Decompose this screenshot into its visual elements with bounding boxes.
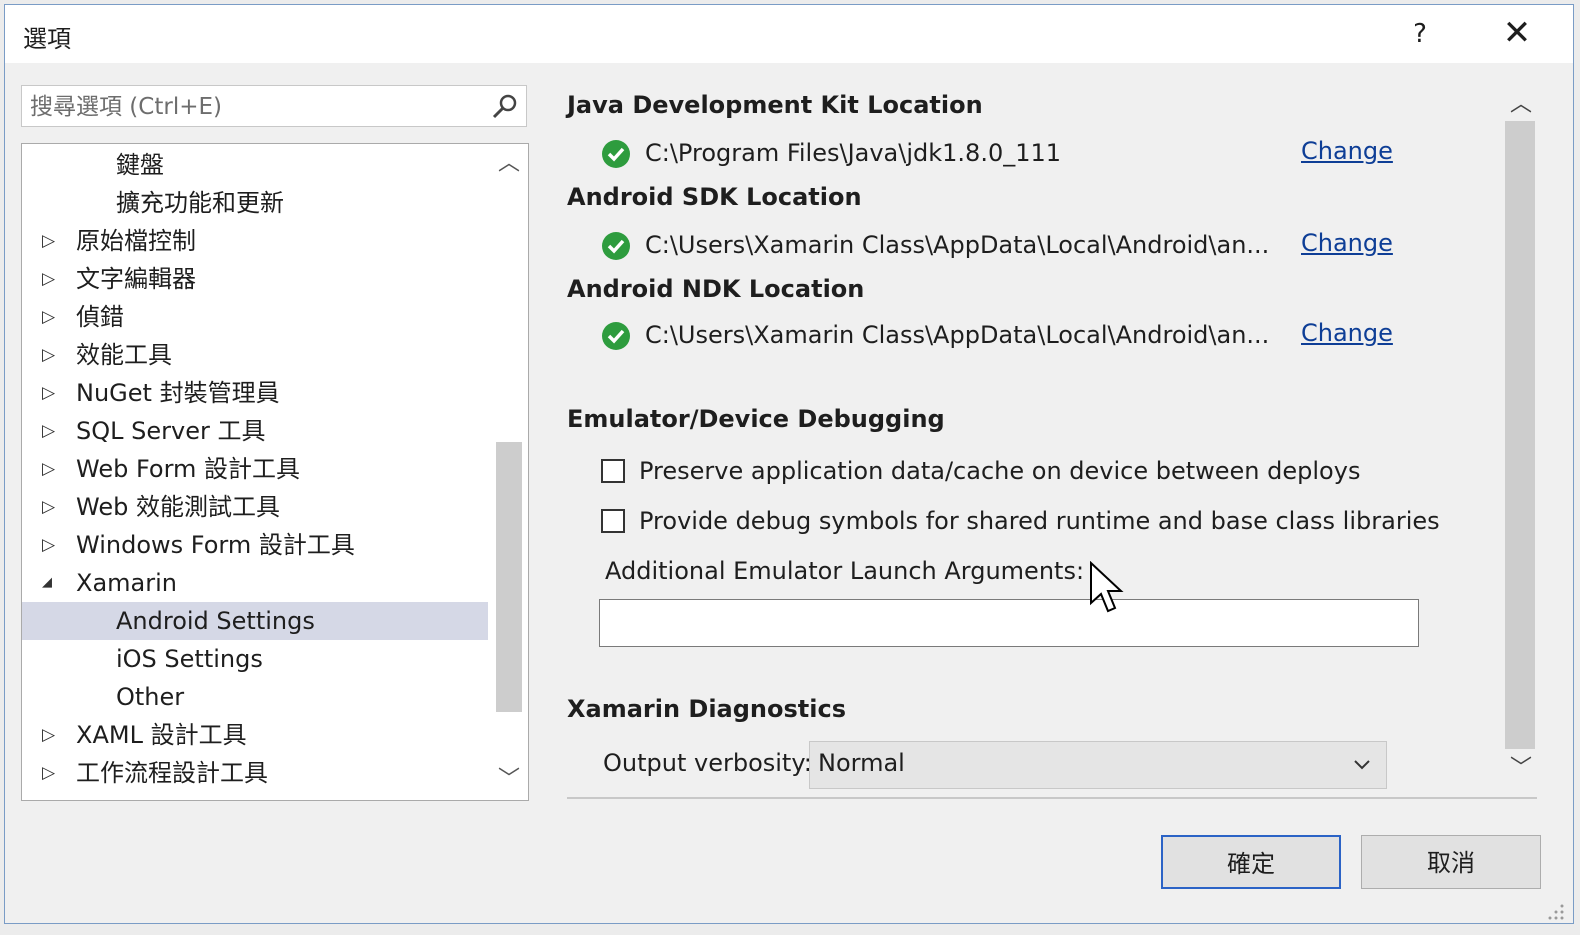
tree-item[interactable]: 鍵盤	[22, 146, 488, 184]
search-box	[21, 85, 527, 127]
tree-item[interactable]: ▷ Windows Form 設計工具	[22, 526, 488, 564]
tree-item-label: 文字編輯器	[76, 265, 196, 293]
tree-item[interactable]: ▷ Web Form 設計工具	[22, 450, 488, 488]
verbosity-value: Normal	[818, 749, 905, 777]
check-icon	[602, 140, 630, 168]
scroll-down-icon[interactable]: ﹀	[490, 760, 528, 800]
expand-arrow-icon[interactable]: ▷	[42, 336, 62, 374]
check-icon	[602, 232, 630, 260]
expand-arrow-icon[interactable]: ▷	[42, 754, 62, 792]
scroll-thumb[interactable]	[1505, 121, 1535, 749]
expand-arrow-icon[interactable]: ▷	[42, 450, 62, 488]
mouse-cursor-icon	[1090, 561, 1124, 613]
tree-item[interactable]: ▷ 效能工具	[22, 336, 488, 374]
tree-item[interactable]: ▷ 文字編輯器	[22, 260, 488, 298]
help-button[interactable]: ?	[1400, 13, 1440, 55]
tree-item-label: Other	[116, 683, 185, 711]
tree-item-label: 效能工具	[76, 341, 172, 369]
close-button[interactable]: ✕	[1495, 13, 1539, 55]
debug-symbols-checkbox[interactable]	[601, 509, 625, 533]
ok-button[interactable]: 確定	[1161, 835, 1341, 889]
tree-item[interactable]: ▷ SQL Server 工具	[22, 412, 488, 450]
scroll-up-icon[interactable]: ︿	[1501, 85, 1541, 125]
tree-item-label: 鍵盤	[116, 151, 164, 179]
tree-item-label: 工作流程設計工具	[76, 759, 268, 787]
jdk-change-link[interactable]: Change	[1301, 137, 1393, 165]
diagnostics-section-title: Xamarin Diagnostics	[567, 695, 846, 723]
expand-arrow-icon[interactable]: ▷	[42, 374, 62, 412]
tree-item-label: Web 效能測試工具	[76, 493, 280, 521]
tree-item-label: SQL Server 工具	[76, 417, 266, 445]
tree-item-label: Web Form 設計工具	[76, 455, 301, 483]
tree-item-label: Windows Form 設計工具	[76, 531, 355, 559]
tree-scrollbar[interactable]: ︿ ﹀	[490, 144, 528, 800]
options-tree: ▷ 工作流程設計工具 ▷ XAML 設計工具 Other iOS Settings Andr…	[21, 143, 529, 801]
preserve-data-checkbox[interactable]	[601, 459, 625, 483]
cancel-button[interactable]: 取消	[1361, 835, 1541, 889]
jdk-path: C:\Program Files\Java\jdk1.8.0_111	[645, 139, 1062, 167]
content-divider	[567, 797, 1537, 799]
debug-symbols-label: Provide debug symbols for shared runtime…	[639, 507, 1440, 535]
chevron-down-icon	[1354, 760, 1370, 770]
sdk-section-title: Android SDK Location	[567, 183, 862, 211]
sdk-path: C:\Users\Xamarin Class\AppData\Local\And…	[645, 231, 1270, 259]
ndk-section-title: Android NDK Location	[567, 275, 865, 303]
expand-arrow-icon[interactable]: ▷	[42, 222, 62, 260]
expand-arrow-icon[interactable]: ▷	[42, 526, 62, 564]
emulator-args-label: Additional Emulator Launch Arguments:	[605, 557, 1085, 585]
expand-arrow-icon[interactable]: ▷	[42, 260, 62, 298]
jdk-section-title: Java Development Kit Location	[567, 91, 983, 119]
options-dialog: 選項 ? ✕ ▷ 工作流程設計工具 ▷ XAML 設計工具 Other iOS Setti…	[4, 4, 1574, 924]
tree-item[interactable]: ▷ XAML 設計工具	[22, 716, 488, 754]
tree-item[interactable]: ▷ 原始檔控制	[22, 222, 488, 260]
scroll-down-icon[interactable]: ﹀	[1501, 749, 1541, 789]
tree-item-label: NuGet 封裝管理員	[76, 379, 280, 407]
tree-item[interactable]: Android Settings	[22, 602, 488, 640]
verbosity-dropdown[interactable]: Normal	[809, 741, 1387, 789]
dialog-title: 選項	[23, 25, 71, 53]
search-input[interactable]	[28, 88, 492, 126]
content-scrollbar[interactable]: ︿ ﹀	[1501, 85, 1541, 791]
tree-item[interactable]: ▷ 工作流程設計工具	[22, 754, 488, 792]
tree-item-label: Xamarin	[76, 569, 177, 597]
check-icon	[602, 322, 630, 350]
tree-item-label: Android Settings	[116, 607, 315, 635]
tree-item-label: 原始檔控制	[76, 227, 196, 255]
ndk-path: C:\Users\Xamarin Class\AppData\Local\And…	[645, 321, 1270, 349]
tree-item[interactable]: iOS Settings	[22, 640, 488, 678]
tree-item[interactable]: ▷ Web 效能測試工具	[22, 488, 488, 526]
scroll-thumb[interactable]	[496, 442, 522, 712]
resize-grip-icon[interactable]	[1545, 901, 1565, 921]
tree-item[interactable]: 擴充功能和更新	[22, 184, 488, 222]
emulator-args-input[interactable]	[599, 599, 1419, 647]
expanded-arrow-icon[interactable]: ◢	[42, 564, 62, 602]
tree-item[interactable]: ▷ NuGet 封裝管理員	[22, 374, 488, 412]
title-bar: 選項 ? ✕	[5, 5, 1573, 63]
tree-item[interactable]: Other	[22, 678, 488, 716]
ndk-change-link[interactable]: Change	[1301, 319, 1393, 347]
tree-item-label: iOS Settings	[116, 645, 263, 673]
scroll-up-icon[interactable]: ︿	[490, 144, 528, 184]
verbosity-label: Output verbosity:	[603, 749, 812, 777]
expand-arrow-icon[interactable]: ▷	[42, 716, 62, 754]
debugging-section-title: Emulator/Device Debugging	[567, 405, 945, 433]
expand-arrow-icon[interactable]: ▷	[42, 298, 62, 336]
tree-item[interactable]: ▷ 偵錯	[22, 298, 488, 336]
tree-item-label: 偵錯	[76, 303, 124, 331]
preserve-data-label: Preserve application data/cache on devic…	[639, 457, 1361, 485]
expand-arrow-icon[interactable]: ▷	[42, 488, 62, 526]
tree-item[interactable]: ◢ Xamarin	[22, 564, 488, 602]
sdk-change-link[interactable]: Change	[1301, 229, 1393, 257]
expand-arrow-icon[interactable]: ▷	[42, 412, 62, 450]
tree-item-label: 擴充功能和更新	[116, 189, 284, 217]
search-icon[interactable]	[490, 92, 520, 122]
tree-item-label: XAML 設計工具	[76, 721, 247, 749]
